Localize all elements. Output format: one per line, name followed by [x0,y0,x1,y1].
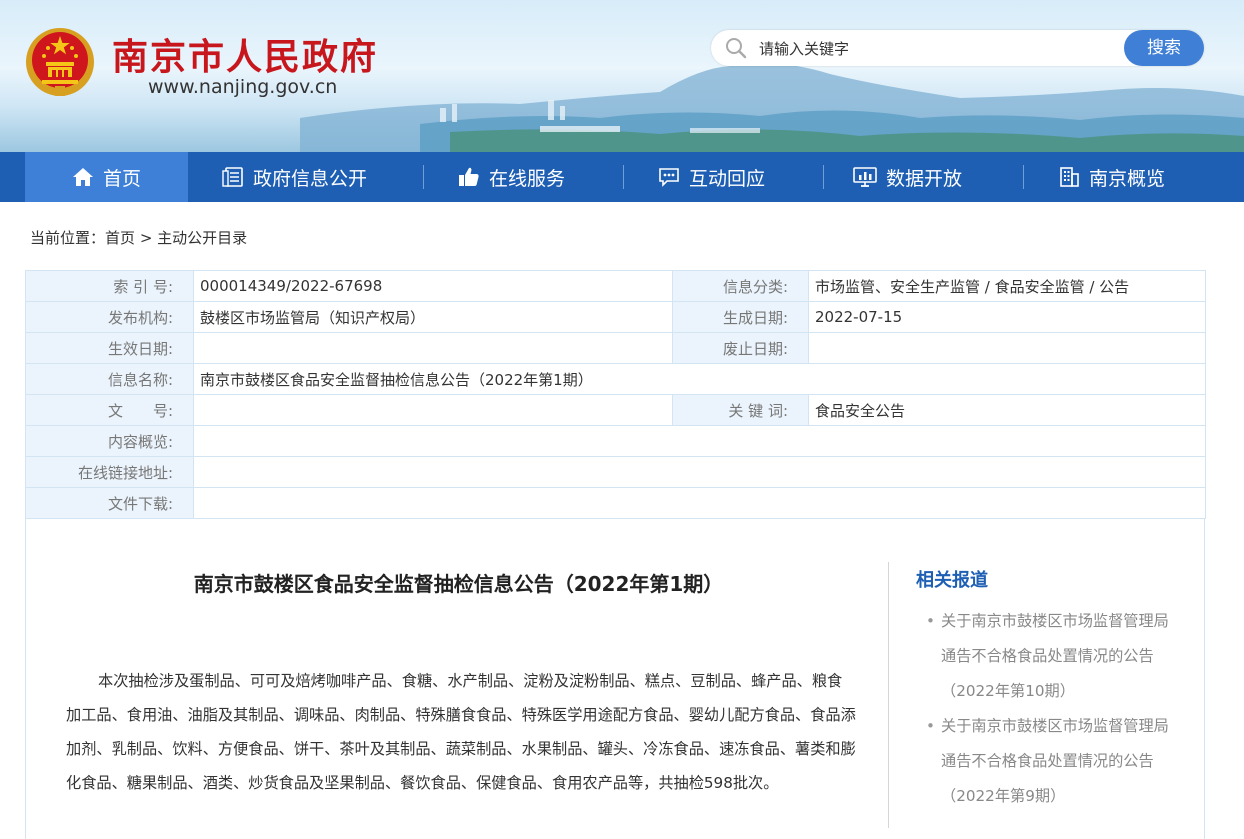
nav-item-interaction[interactable]: 互动回应 [658,152,765,202]
monitor-chart-icon [853,167,877,187]
search-button[interactable]: 搜索 [1124,30,1204,66]
publisher-value: 鼓楼区市场监管局（知识产权局） [193,301,673,333]
document-icon [222,167,243,187]
related-reports-list: 关于南京市鼓楼区市场监督管理局通告不合格食品处置情况的公告（2022年第10期）… [926,604,1176,814]
nav-divider [623,165,624,189]
category-value: 市场监管、安全生产监管 / 食品安全监管 / 公告 [808,270,1206,302]
table-row: 发布机构: 鼓楼区市场监管局（知识产权局） 生成日期: 2022-07-15 [25,301,1206,333]
sidebar-divider [888,562,889,828]
summary-label: 内容概览: [25,425,194,457]
summary-value [193,425,1206,457]
doc-no-label: 文 号: [25,394,194,426]
table-row: 文件下载: [25,487,1206,519]
site-title[interactable]: 南京市人民政府 [112,28,378,80]
nav-item-gov-info[interactable]: 政府信息公开 [222,152,367,202]
breadcrumb-current-link[interactable]: 主动公开目录 [157,229,247,247]
info-metadata-table: 索 引 号: 000014349/2022-67698 信息分类: 市场监管、安… [25,270,1206,519]
nav-item-online-service[interactable]: 在线服务 [458,152,565,202]
keywords-label: 关 键 词: [672,394,809,426]
search-input[interactable] [757,30,1121,68]
abolished-date-value [808,332,1206,364]
keywords-value: 食品安全公告 [808,394,1206,426]
online-link-value[interactable] [193,456,1206,488]
table-row: 信息名称: 南京市鼓楼区食品安全监督抽检信息公告（2022年第1期） [25,363,1206,395]
created-date-value: 2022-07-15 [808,301,1206,333]
file-download-label: 文件下载: [25,487,194,519]
national-emblem-logo [26,28,94,96]
table-row: 在线链接地址: [25,456,1206,488]
publisher-label: 发布机构: [25,301,194,333]
effective-date-label: 生效日期: [25,332,194,364]
nav-item-open-data[interactable]: 数据开放 [853,152,962,202]
related-report-link[interactable]: 关于南京市鼓楼区市场监督管理局通告不合格食品处置情况的公告（2022年第9期） [926,709,1176,814]
nav-divider [423,165,424,189]
search-icon [726,38,747,59]
doc-no-value [193,394,673,426]
breadcrumb: 当前位置：首页 > 主动公开目录 [30,227,247,248]
info-name-label: 信息名称: [25,363,194,395]
main-nav: 首页 政府信息公开 在线服务 互动回应 数据开放 南京概览 [0,152,1244,202]
home-icon [72,168,93,186]
nav-label-gov-info: 政府信息公开 [253,167,368,190]
chat-icon [659,168,679,187]
article-body: 本次抽检涉及蛋制品、可可及焙烤咖啡产品、食糖、水产制品、淀粉及淀粉制品、糕点、豆… [66,672,856,792]
table-row: 内容概览: [25,425,1206,457]
article-title: 南京市鼓楼区食品安全监督抽检信息公告（2022年第1期） [193,572,724,596]
file-download-value[interactable] [193,487,1206,519]
breadcrumb-prefix: 当前位置： [30,229,106,247]
nav-item-home[interactable]: 首页 [25,152,188,202]
breadcrumb-home-link[interactable]: 首页 [105,229,135,247]
related-reports-title: 相关报道 [916,570,988,591]
nav-label-open-data: 数据开放 [886,167,963,190]
thumbs-up-icon [459,167,479,186]
created-date-label: 生成日期: [672,301,809,333]
abolished-date-label: 废止日期: [672,332,809,364]
nav-label-home: 首页 [102,167,141,190]
category-label: 信息分类: [672,270,809,302]
table-row: 生效日期: 废止日期: [25,332,1206,364]
site-header: 南京市人民政府 www.nanjing.gov.cn 搜索 [0,0,1244,152]
index-no-label: 索 引 号: [25,270,194,302]
search-box: 搜索 [711,30,1204,68]
nav-label-interaction: 互动回应 [689,167,766,190]
related-report-link[interactable]: 关于南京市鼓楼区市场监督管理局通告不合格食品处置情况的公告（2022年第10期） [926,604,1176,709]
building-icon [1060,167,1079,187]
online-link-label: 在线链接地址: [25,456,194,488]
table-row: 文 号: 关 键 词: 食品安全公告 [25,394,1206,426]
table-row: 索 引 号: 000014349/2022-67698 信息分类: 市场监管、安… [25,270,1206,302]
nav-item-nanjing-overview[interactable]: 南京概览 [1058,152,1165,202]
info-name-value: 南京市鼓楼区食品安全监督抽检信息公告（2022年第1期） [193,363,1206,395]
breadcrumb-separator: > [139,229,153,247]
site-url: www.nanjing.gov.cn [148,76,338,98]
nav-divider [823,165,824,189]
nav-label-online-service: 在线服务 [489,167,566,190]
effective-date-value [193,332,673,364]
index-no-value: 000014349/2022-67698 [193,270,673,302]
nav-label-nanjing-overview: 南京概览 [1089,167,1166,190]
nav-divider [1023,165,1024,189]
